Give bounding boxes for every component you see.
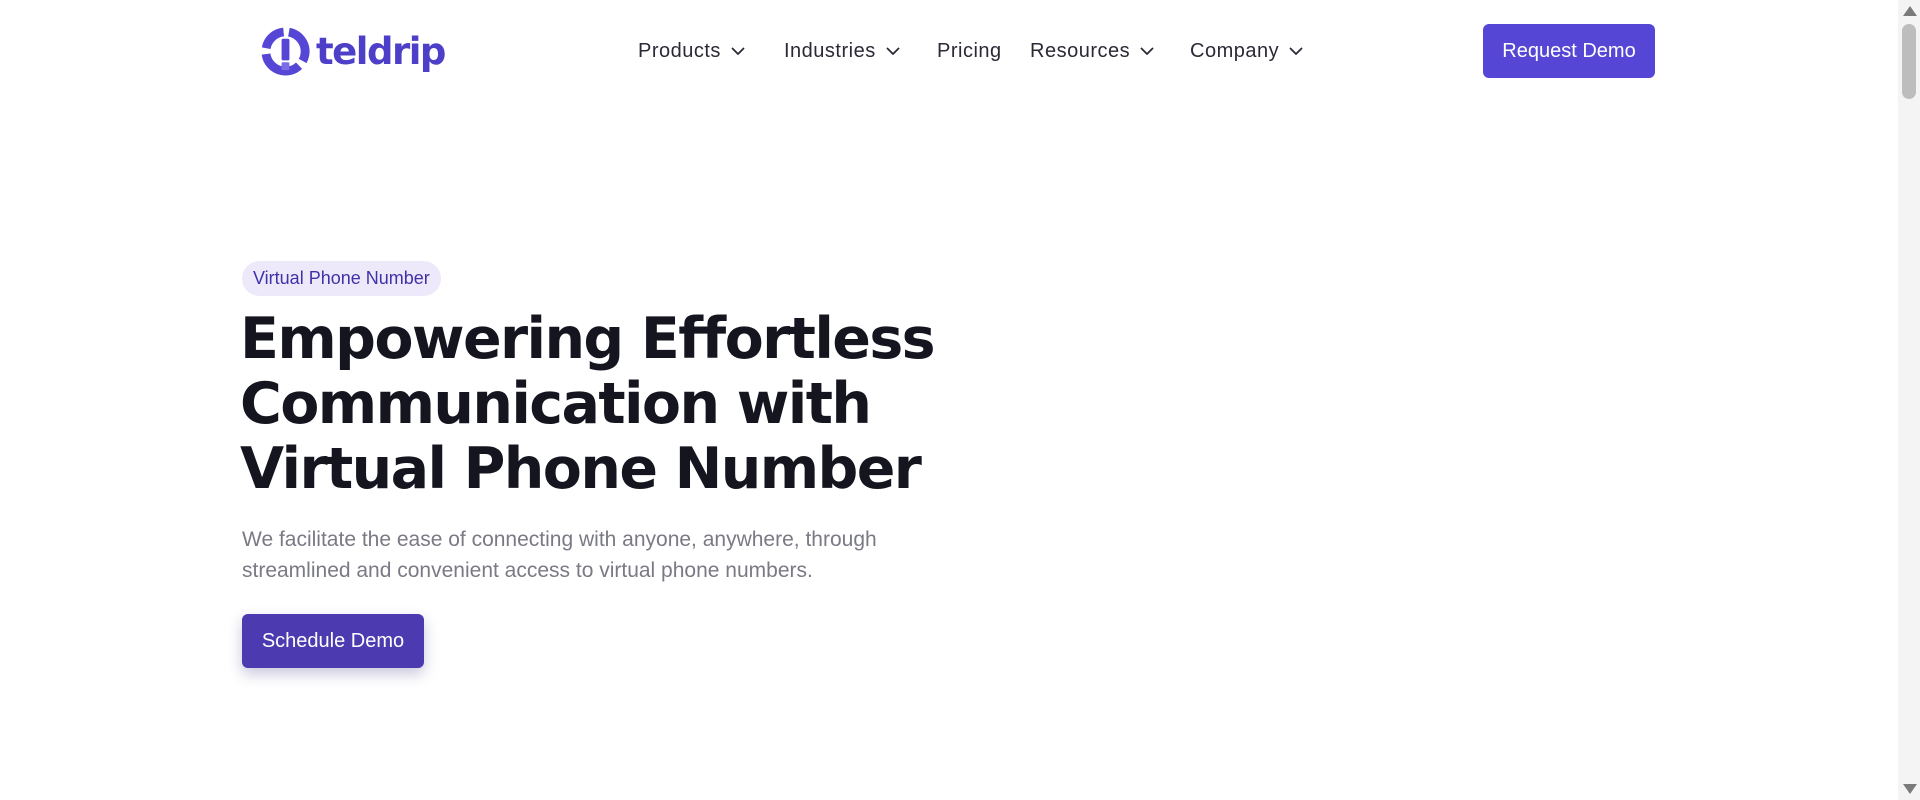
scrollbar-thumb[interactable] [1902, 24, 1916, 99]
hero-title-line: Virtual Phone Number [240, 436, 922, 502]
schedule-demo-button[interactable]: Schedule Demo [242, 614, 424, 668]
hero-subtitle: We facilitate the ease of connecting wit… [242, 524, 922, 586]
vertical-scrollbar[interactable] [1898, 0, 1920, 800]
site-header: teldrip Products Industries Pricing Reso… [0, 0, 1898, 102]
nav-item-industries[interactable]: Industries [784, 34, 900, 68]
request-demo-button[interactable]: Request Demo [1483, 24, 1655, 78]
nav-item-resources[interactable]: Resources [1030, 34, 1154, 68]
hero-title: Empowering Effortless Communication with… [240, 307, 940, 502]
nav-item-label: Products [638, 39, 721, 62]
chevron-down-icon [1140, 47, 1154, 55]
chevron-down-icon [731, 47, 745, 55]
scroll-down-arrow-icon[interactable] [1903, 784, 1917, 794]
nav-item-company[interactable]: Company [1190, 34, 1303, 68]
nav-item-label: Resources [1030, 39, 1131, 62]
hero-title-line: Communication with [240, 371, 872, 437]
hero-subtitle-line: streamlined and convenient access to vir… [242, 559, 813, 582]
scroll-up-arrow-icon[interactable] [1903, 6, 1917, 16]
nav-item-label: Company [1190, 39, 1280, 62]
page: teldrip Products Industries Pricing Reso… [0, 0, 1920, 800]
logo-wordmark: teldrip [316, 29, 446, 73]
hero-subtitle-line: We facilitate the ease of connecting wit… [242, 528, 877, 551]
teldrip-logo[interactable]: teldrip [259, 24, 446, 78]
nav-item-products[interactable]: Products [638, 34, 745, 68]
nav-item-label: Pricing [937, 39, 1002, 62]
hero-badge: Virtual Phone Number [242, 261, 441, 296]
chevron-down-icon [1289, 47, 1303, 55]
nav-item-label: Industries [784, 39, 876, 62]
hero-title-line: Empowering Effortless [240, 306, 936, 372]
nav-item-pricing[interactable]: Pricing [937, 34, 1002, 68]
chevron-down-icon [886, 47, 900, 55]
teldrip-logo-icon [261, 26, 310, 76]
